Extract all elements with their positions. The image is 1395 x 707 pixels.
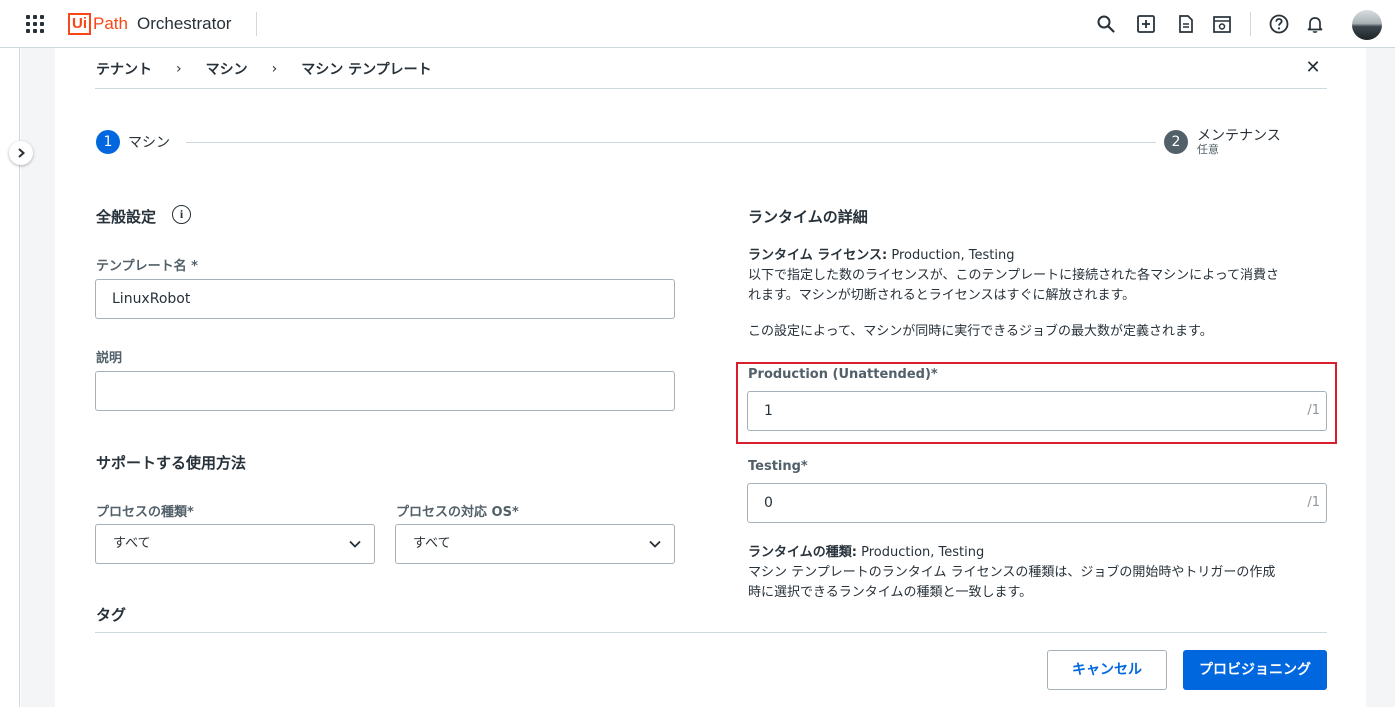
search-icon[interactable]: [1096, 14, 1116, 34]
breadcrumb: テナント › マシン › マシン テンプレート: [96, 59, 432, 79]
production-max-suffix: /1: [1307, 403, 1320, 418]
general-settings-title: 全般設定: [96, 208, 157, 226]
runtime-limit-desc: この設定によって、マシンが同時に実行できるジョブの最大数が定義されます。: [748, 324, 1213, 339]
runtime-license-desc-2: れます。マシンが切断されるとライセンスはすぐに解放されます。: [748, 288, 1136, 303]
logo-path: Path: [93, 14, 128, 33]
chevron-right-icon: ›: [176, 61, 182, 77]
step-1-indicator: 1: [96, 130, 120, 154]
runtime-license-label: ランタイム ライセンス:: [748, 248, 888, 263]
breadcrumb-tenant[interactable]: テナント: [96, 59, 152, 79]
runtime-type-value: Production, Testing: [861, 545, 985, 560]
testing-input[interactable]: 0 /1: [747, 483, 1327, 523]
close-icon[interactable]: ✕: [1303, 58, 1323, 78]
runtime-type-desc-2: 時に選択できるランタイムの種類と一致します。: [748, 585, 1033, 600]
template-name-label: テンプレート名 *: [96, 259, 198, 274]
testing-label: Testing*: [748, 459, 808, 474]
avatar[interactable]: [1352, 10, 1382, 40]
step-2-optional-label: 任意: [1197, 143, 1219, 156]
top-bar: Ui Path Orchestrator: [0, 0, 1395, 48]
chevron-right-icon: [18, 148, 26, 158]
step-2-indicator: 2: [1164, 130, 1188, 154]
logo-ui: Ui: [68, 13, 91, 35]
add-icon[interactable]: [1136, 14, 1156, 34]
supported-usage-title: サポートする使用方法: [96, 454, 247, 472]
production-value: 1: [764, 403, 773, 419]
runtime-type-desc-1: マシン テンプレートのランタイム ライセンスの種類は、ジョブの開始時やトリガーの…: [748, 565, 1276, 580]
process-os-select[interactable]: すべて: [395, 524, 675, 564]
divider: [95, 88, 1327, 89]
process-type-label: プロセスの種類*: [96, 505, 194, 520]
step-1-label: マシン: [128, 135, 170, 151]
process-os-value: すべて: [413, 536, 451, 551]
process-os-label: プロセスの対応 OS*: [396, 505, 519, 520]
resource-center-icon[interactable]: [1212, 14, 1232, 34]
provision-button[interactable]: プロビジョニング: [1183, 650, 1327, 690]
divider: [1250, 12, 1251, 36]
notification-bell-icon[interactable]: [1305, 14, 1325, 34]
runtime-license-value: Production, Testing: [891, 248, 1015, 263]
description-input[interactable]: [95, 371, 675, 411]
chevron-down-icon: [349, 540, 361, 548]
template-name-input[interactable]: LinuxRobot: [95, 279, 675, 319]
divider: [256, 12, 257, 36]
expand-nav-button[interactable]: [9, 141, 33, 165]
breadcrumb-machine-template: マシン テンプレート: [301, 62, 432, 78]
runtime-type-label: ランタイムの種類:: [748, 545, 857, 560]
cancel-button[interactable]: キャンセル: [1047, 650, 1167, 690]
uipath-logo[interactable]: Ui Path Orchestrator: [68, 13, 231, 35]
help-icon[interactable]: [1269, 14, 1289, 34]
description-label: 説明: [96, 351, 123, 366]
runtime-license-desc-1: 以下で指定した数のライセンスが、このテンプレートに接続された各マシンによって消費…: [748, 268, 1280, 283]
process-type-select[interactable]: すべて: [95, 524, 375, 564]
process-type-value: すべて: [113, 536, 151, 551]
runtime-license-line: ランタイム ライセンス: Production, Testing: [748, 246, 1015, 266]
divider: [95, 632, 1327, 633]
runtime-type-line: ランタイムの種類: Production, Testing: [748, 543, 984, 563]
product-name: Orchestrator: [136, 14, 232, 33]
stepper-line: [186, 142, 1156, 143]
tags-title: タグ: [96, 606, 127, 624]
testing-value: 0: [764, 495, 773, 511]
testing-max-suffix: /1: [1307, 495, 1320, 510]
production-label: Production (Unattended)*: [748, 367, 938, 382]
production-input[interactable]: 1 /1: [747, 391, 1327, 431]
info-icon[interactable]: i: [172, 205, 191, 224]
breadcrumb-machines[interactable]: マシン: [206, 59, 248, 79]
document-icon[interactable]: [1176, 14, 1196, 34]
runtime-details-title: ランタイムの詳細: [748, 208, 868, 226]
chevron-right-icon: ›: [271, 61, 278, 77]
chevron-down-icon: [649, 540, 661, 548]
app-launcher-icon[interactable]: [26, 15, 44, 33]
